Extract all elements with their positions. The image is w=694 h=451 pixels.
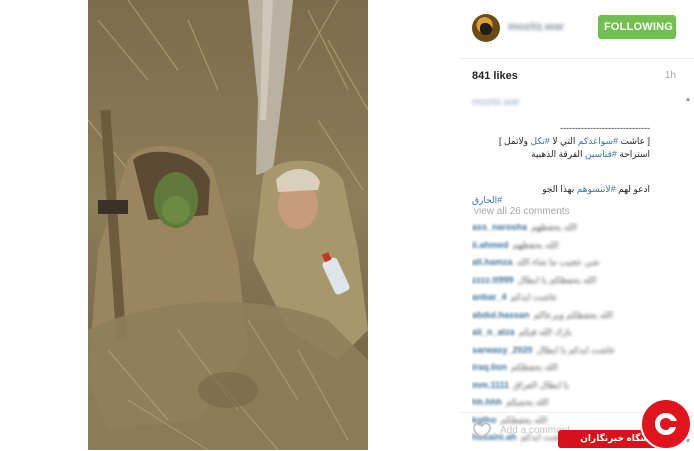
comment-text: عاشت ايدكم: [510, 292, 558, 302]
comment-username[interactable]: zzzz.tt999: [472, 275, 514, 285]
hashtag-link[interactable]: #قناسين: [585, 149, 617, 159]
comment-username[interactable]: sarwasy_2020: [472, 345, 533, 355]
post-header: mozitz.war FOLLOWING: [460, 0, 694, 59]
caption-divider: ------------------------------: [560, 123, 650, 133]
comment-text: الله يحميكم: [506, 397, 549, 407]
comment-username[interactable]: mm.1111: [472, 380, 509, 390]
comment-item: zzzz.tt999 الله يحفظكم يا ابطال: [472, 275, 678, 293]
comment-text: الله يحفظكم يا ابطال: [517, 274, 597, 285]
caption-text: ولاتمل ]: [499, 136, 531, 146]
photo-illustration: [88, 0, 368, 450]
caption-text: [ عاشت: [618, 136, 651, 146]
photo-area: [0, 0, 458, 450]
bird-icon: [480, 23, 492, 35]
watermark-badge: باشگاه خبرنگاران: [558, 398, 694, 450]
comment-text: بارك الله فيكم: [518, 327, 572, 337]
caption-line-3: ادعو لهم #لاتنسوهم بهذا الجو: [450, 184, 650, 195]
scroll-up-icon[interactable]: ▲: [684, 96, 692, 103]
watermark-logo: [640, 398, 692, 450]
comment-item: anbar_4 عاشت ايدكم: [472, 292, 678, 310]
comment-item: sarwasy_2020 عاشت ايدكم يا ابطال: [472, 345, 678, 363]
hashtag-link[interactable]: #تكل: [531, 136, 550, 146]
hashtag-link[interactable]: #سواعدكم: [578, 136, 618, 146]
comment-username[interactable]: ass_narosha: [472, 222, 527, 232]
following-button[interactable]: FOLLOWING: [598, 15, 676, 39]
caption-line-2: استراحة #قناسين الفرقة الذهبية: [450, 149, 650, 160]
comment-item: ii.ahmed الله يحفظهم: [472, 240, 678, 258]
avatar[interactable]: [472, 14, 500, 42]
comment-text: الله يحفظكم: [511, 362, 558, 372]
post-photo: [88, 0, 368, 450]
post-time: 1h: [664, 70, 676, 81]
comment-username[interactable]: abdul.hassan: [472, 310, 530, 320]
caption-text: الفرقة الذهبية: [531, 149, 585, 159]
comment-item: abdul.hassan الله يحفظكم ويرعاكم: [472, 310, 678, 328]
comment-item: ali_n_alza بارك الله فيكم: [472, 327, 678, 345]
comment-username[interactable]: ii.ahmed: [472, 240, 509, 250]
caption-line-1: [ عاشت #سواعدكم التي لا #تكل ولاتمل ]: [450, 136, 650, 147]
caption-text: ادعو لهم: [615, 184, 650, 194]
hashtag-link[interactable]: #الحارق: [472, 195, 502, 205]
comment-text: الله يحفظكم ويرعاكم: [533, 309, 613, 320]
comment-username[interactable]: ali.hamza: [472, 257, 513, 267]
comment-username[interactable]: iraq.lion: [472, 362, 507, 372]
comment-username[interactable]: ali_n_alza: [472, 327, 515, 337]
likes-count[interactable]: 841 likes: [472, 70, 518, 82]
caption-username[interactable]: mozitz.war: [472, 97, 520, 108]
header-username[interactable]: mozitz.war: [508, 21, 564, 33]
comment-text: يا ابطال العراق: [513, 379, 569, 390]
comment-item: ass_narosha الله يحفظهم: [472, 222, 678, 240]
caption-text: بهذا الجو: [542, 184, 577, 194]
comment-text: عاشت ايدكم يا ابطال: [536, 344, 616, 355]
view-all-comments-link[interactable]: view all 26 comments: [474, 206, 570, 217]
caption-text: التي لا: [549, 136, 578, 146]
comment-item: mm.1111 يا ابطال العراق: [472, 380, 678, 398]
comment-text: الله يحفظهم: [512, 239, 559, 250]
comment-text: شي عجيب ما شاء الله: [516, 257, 600, 267]
heart-icon[interactable]: [472, 422, 492, 440]
comment-username[interactable]: anbar_4: [472, 292, 507, 302]
comment-item: iraq.lion الله يحفظكم: [472, 362, 678, 380]
comment-username[interactable]: hh.hhh: [472, 397, 502, 407]
comment-text: الله يحفظهم: [531, 222, 577, 232]
post-sidebar: mozitz.war FOLLOWING 841 likes 1h ▲ ▼ mo…: [460, 0, 694, 450]
comment-item: ali.hamza شي عجيب ما شاء الله: [472, 257, 678, 275]
instagram-post-frame: mozitz.war FOLLOWING 841 likes 1h ▲ ▼ mo…: [0, 0, 694, 450]
logo-icon: [655, 413, 677, 435]
caption-line-4: #الحارق: [472, 195, 502, 206]
hashtag-link[interactable]: #لاتنسوهم: [577, 184, 616, 194]
caption-text: استراحة: [616, 149, 650, 159]
